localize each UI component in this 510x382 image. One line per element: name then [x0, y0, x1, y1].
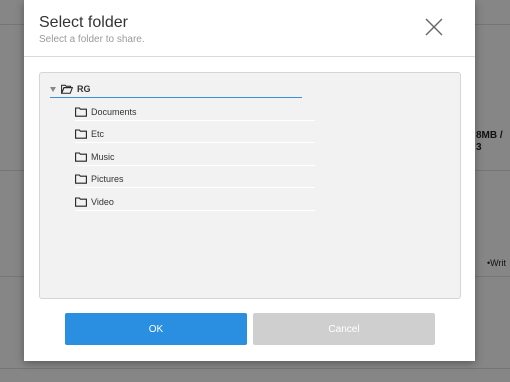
tree-root-rg[interactable]: RG [50, 81, 302, 98]
dialog-subtitle: Select a folder to share. [39, 34, 145, 45]
tree-item-label: Documents [91, 107, 137, 117]
folder-icon [75, 107, 87, 117]
tree-item-etc[interactable]: Etc [75, 126, 315, 143]
tree-item-music[interactable]: Music [75, 149, 315, 166]
tree-item-label: Video [91, 197, 114, 207]
expand-caret-icon[interactable] [50, 86, 56, 92]
tree-item-label: Music [91, 152, 115, 162]
folder-tree: RG Documents Etc Music Pictures Video [39, 72, 461, 299]
folder-open-icon [61, 84, 73, 94]
tree-item-label: Etc [91, 129, 105, 139]
tree-item-video[interactable]: Video [75, 194, 315, 211]
dialog-title: Select folder [39, 14, 128, 31]
folder-icon [75, 152, 87, 162]
tree-root-label: RG [77, 84, 91, 94]
close-button[interactable] [422, 15, 446, 39]
ok-button[interactable]: OK [65, 313, 247, 345]
folder-icon [75, 129, 87, 139]
folder-icon [75, 174, 87, 184]
select-folder-dialog: Select folder Select a folder to share. … [24, 0, 475, 361]
tree-item-pictures[interactable]: Pictures [75, 171, 315, 188]
dialog-header: Select folder Select a folder to share. [24, 0, 475, 57]
folder-icon [75, 197, 87, 207]
tree-item-label: Pictures [91, 174, 124, 184]
cancel-button[interactable]: Cancel [253, 313, 435, 345]
tree-item-documents[interactable]: Documents [75, 104, 315, 121]
close-icon [425, 18, 443, 36]
